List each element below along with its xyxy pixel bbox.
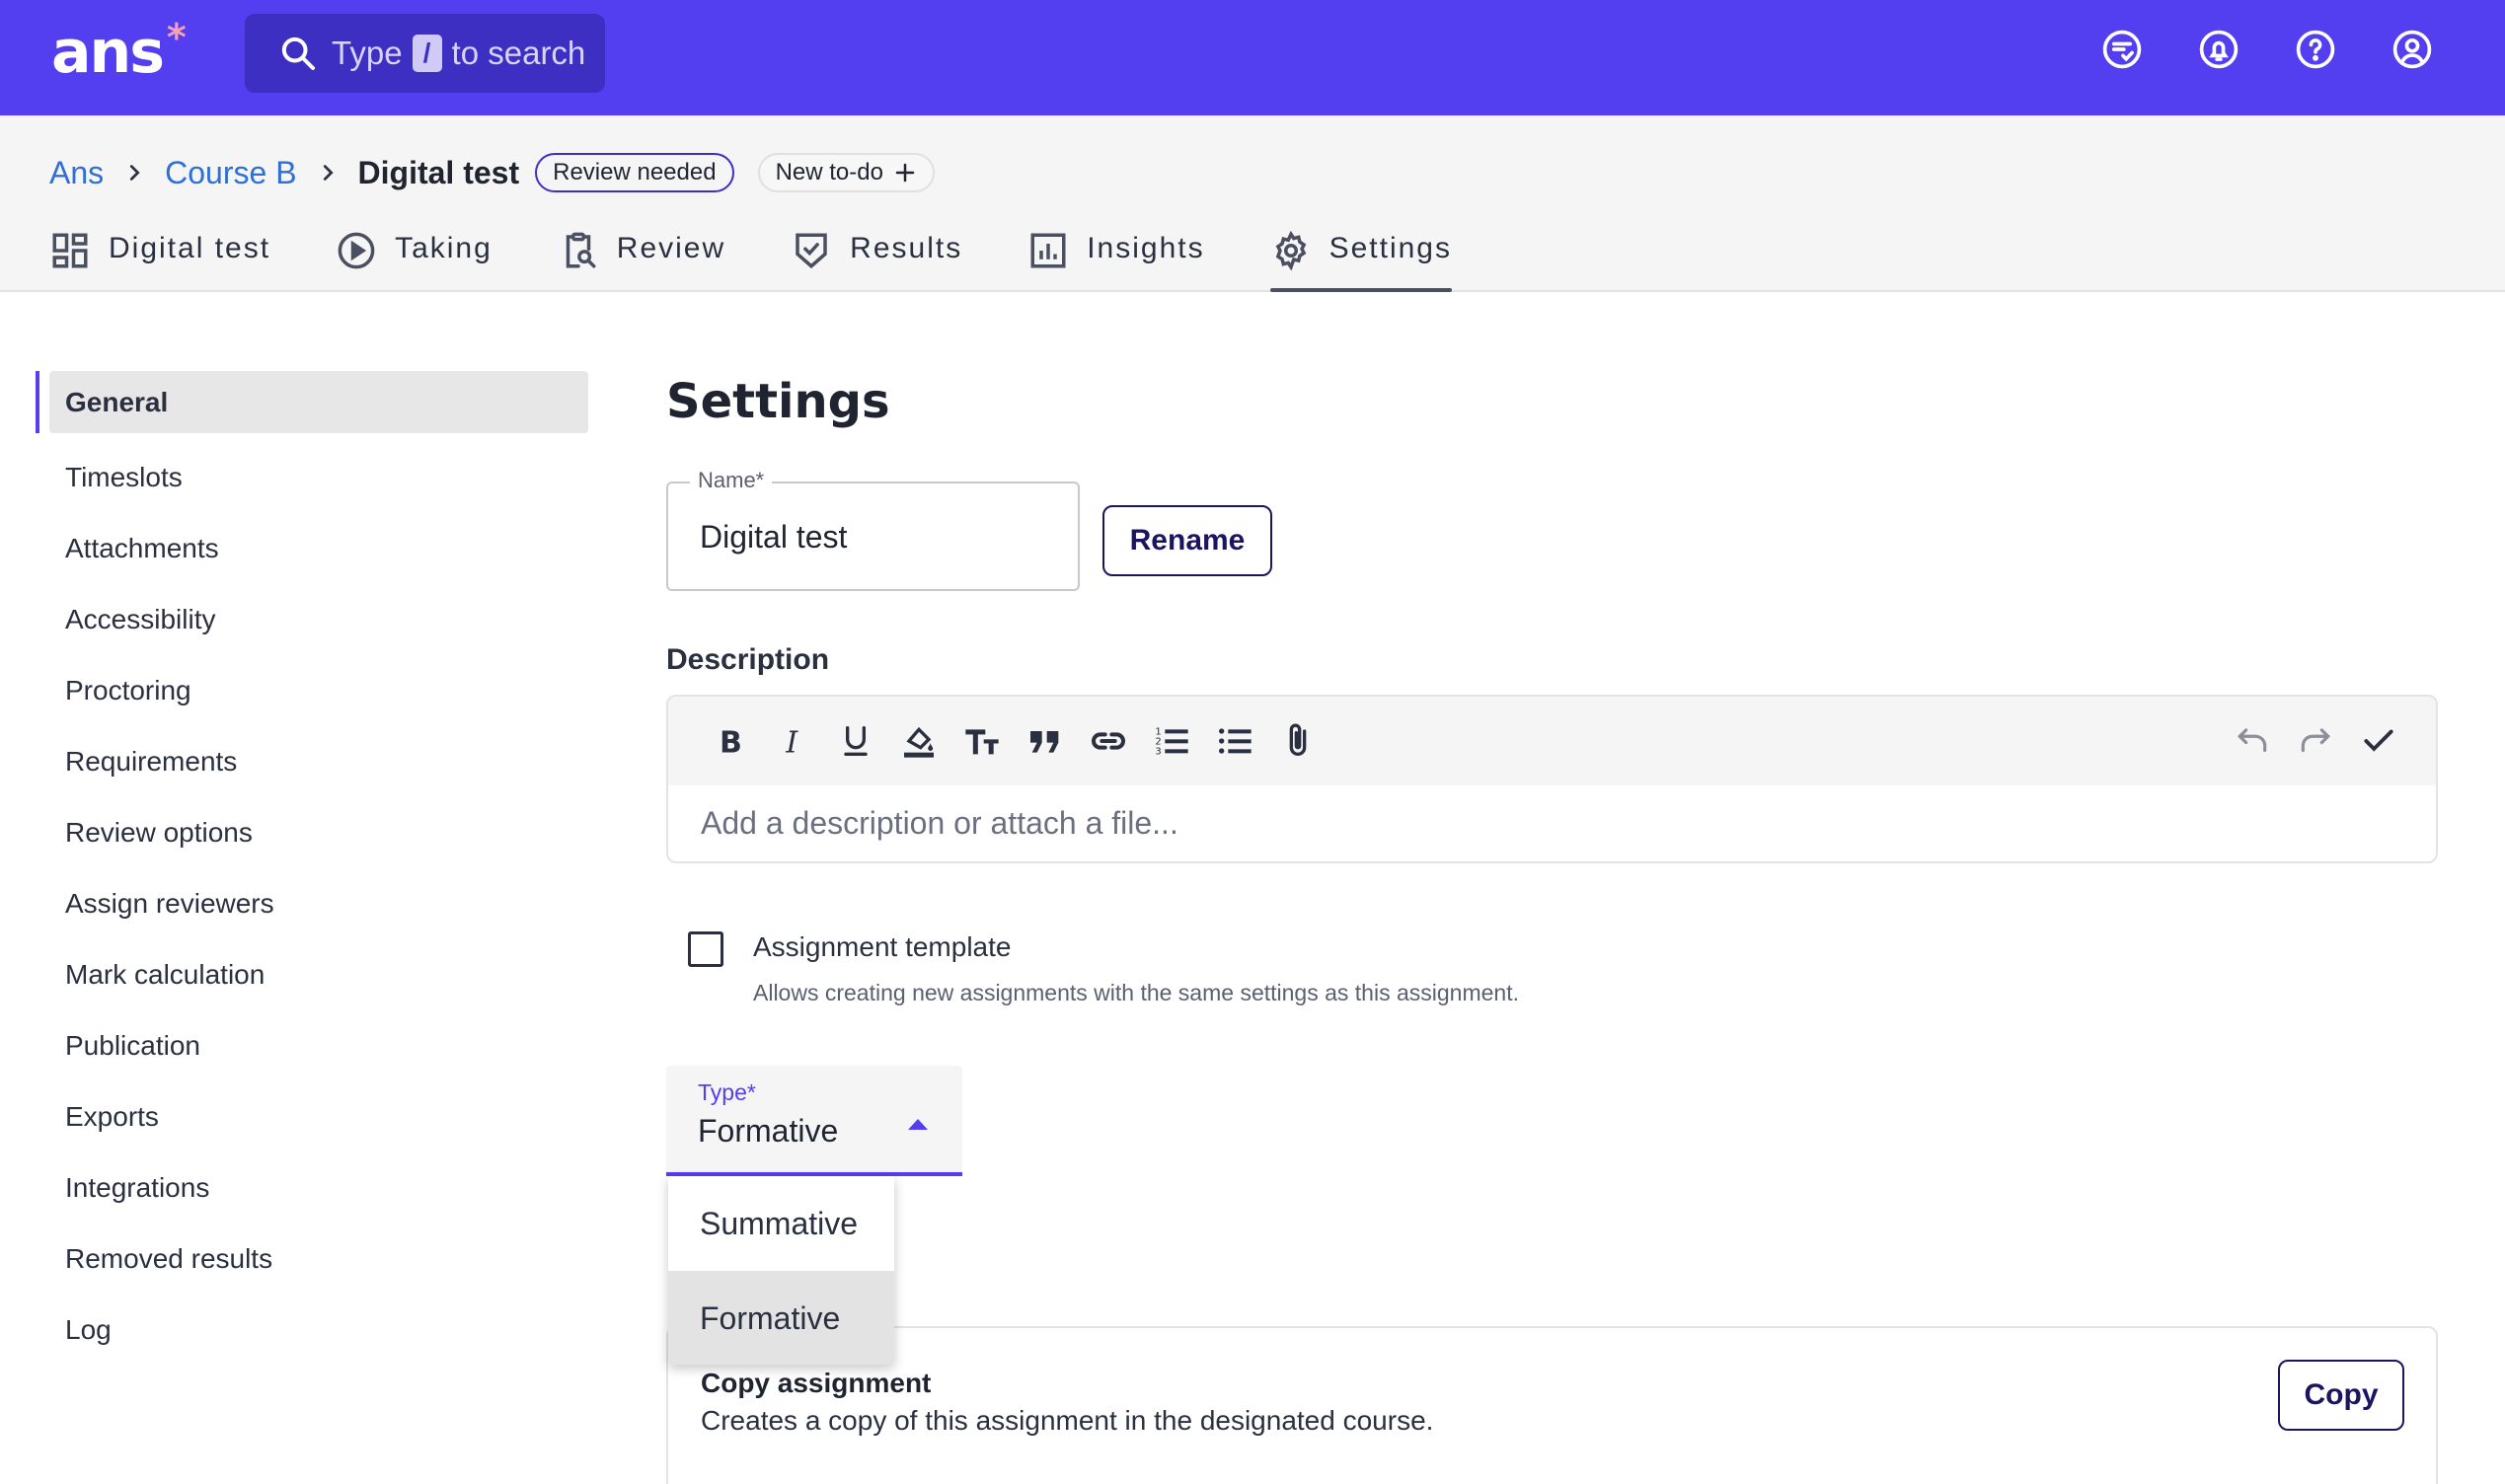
search-suffix: to search (451, 35, 586, 71)
tab-results[interactable]: Results (791, 222, 962, 292)
svg-text:I: I (785, 726, 798, 761)
breadcrumb-current: Digital test (357, 154, 520, 190)
attachment-icon[interactable] (1276, 719, 1320, 763)
breadcrumb-ans[interactable]: Ans (49, 155, 104, 191)
sidebar-item-requirements[interactable]: Requirements (36, 726, 588, 797)
description-label: Description (666, 643, 830, 676)
logo-mark: * (166, 16, 187, 59)
description-editor: B I 123 Add a description or attach a fi… (666, 695, 2438, 863)
copy-button[interactable]: Copy (2278, 1360, 2404, 1431)
breadcrumb: Ans Course B Digital test Review needed … (49, 151, 935, 194)
breadcrumb-course[interactable]: Course B (165, 155, 296, 191)
account-icon[interactable] (2391, 28, 2434, 71)
feedback-icon[interactable] (2100, 28, 2144, 71)
sidebar-item-review-options[interactable]: Review options (36, 797, 588, 868)
assignment-template-label[interactable]: Assignment template (753, 931, 1011, 963)
play-icon (338, 232, 375, 269)
description-placeholder[interactable]: Add a description or attach a file... (668, 785, 2436, 842)
copy-assignment-card: Copy assignment Creates a copy of this a… (666, 1326, 2438, 1484)
new-todo-label: New to-do (775, 159, 883, 186)
type-select-label: Type* (698, 1079, 756, 1105)
tab-bar: Digital test Taking Review Results Insig… (49, 222, 1517, 292)
help-icon[interactable] (2294, 28, 2337, 71)
ans-logo[interactable]: ans * (51, 18, 187, 87)
tab-label: Review (616, 232, 726, 264)
dashboard-icon (52, 233, 88, 268)
svg-text:3: 3 (1155, 746, 1161, 757)
numbered-list-icon[interactable]: 123 (1150, 719, 1193, 763)
sidebar-item-mark-calculation[interactable]: Mark calculation (36, 939, 588, 1010)
text-size-icon[interactable] (960, 719, 1004, 763)
gear-icon (1275, 230, 1306, 271)
sidebar-item-integrations[interactable]: Integrations (36, 1152, 588, 1224)
search-prefix: Type (332, 35, 403, 71)
search-shortcut-key: / (412, 35, 442, 72)
sidebar-item-removed-results[interactable]: Removed results (36, 1224, 588, 1295)
type-dropdown-menu: Summative Formative (668, 1176, 894, 1365)
sidebar-item-publication[interactable]: Publication (36, 1010, 588, 1081)
page-header: Ans Course B Digital test Review needed … (0, 115, 2505, 292)
underline-icon[interactable] (834, 719, 877, 763)
top-bar: ans * Type / to search (0, 0, 2505, 115)
undo-icon[interactable] (2231, 719, 2274, 763)
settings-sidebar: General Timeslots Attachments Accessibil… (36, 371, 588, 1366)
tab-review[interactable]: Review (558, 222, 725, 292)
tab-label: Digital test (109, 232, 271, 264)
tab-insights[interactable]: Insights (1027, 222, 1204, 292)
tab-label: Insights (1087, 232, 1205, 264)
highlight-icon[interactable] (897, 719, 941, 763)
redo-icon[interactable] (2294, 719, 2337, 763)
type-select[interactable]: Type* Formative (666, 1066, 962, 1176)
logo-text: ans (51, 18, 165, 87)
type-select-value: Formative (698, 1113, 839, 1149)
settings-main: Settings Name* Digital test Rename Descr… (666, 371, 2438, 1484)
tab-settings[interactable]: Settings (1269, 222, 1453, 292)
chevron-right-icon (323, 165, 334, 181)
name-field-value: Digital test (700, 519, 848, 555)
page-title: Settings (666, 374, 890, 429)
sidebar-item-log[interactable]: Log (36, 1295, 588, 1366)
plus-icon (895, 163, 915, 183)
name-field[interactable]: Name* Digital test (666, 468, 1080, 591)
link-icon[interactable] (1087, 719, 1130, 763)
search-box[interactable]: Type / to search (245, 14, 605, 93)
sidebar-item-accessibility[interactable]: Accessibility (36, 584, 588, 655)
new-todo-button[interactable]: New to-do (757, 153, 935, 192)
tab-label: Results (850, 232, 963, 264)
tab-taking[interactable]: Taking (336, 222, 493, 292)
italic-icon[interactable]: I (771, 719, 814, 763)
sidebar-item-general[interactable]: General (36, 371, 588, 433)
search-icon (281, 37, 315, 70)
copy-assignment-description: Creates a copy of this assignment in the… (701, 1405, 1434, 1436)
rename-button[interactable]: Rename (1102, 505, 1272, 576)
name-field-label: Name* (690, 468, 773, 493)
clipboard-search-icon (566, 232, 596, 268)
assignment-template-description: Allows creating new assignments with the… (753, 980, 1519, 1005)
quote-icon[interactable] (1024, 719, 1067, 763)
shield-check-icon (796, 233, 827, 269)
notifications-icon[interactable] (2197, 28, 2240, 71)
sidebar-item-proctoring[interactable]: Proctoring (36, 655, 588, 726)
copy-assignment-title: Copy assignment (701, 1368, 932, 1398)
sidebar-item-exports[interactable]: Exports (36, 1081, 588, 1152)
tab-label: Settings (1328, 232, 1452, 264)
caret-up-icon (908, 1119, 928, 1130)
sidebar-item-attachments[interactable]: Attachments (36, 513, 588, 584)
assignment-template-checkbox[interactable] (688, 931, 723, 967)
bar-chart-icon (1030, 233, 1066, 268)
tab-label: Taking (395, 232, 493, 264)
type-option-summative[interactable]: Summative (668, 1176, 894, 1271)
check-icon[interactable] (2357, 719, 2400, 763)
type-option-formative[interactable]: Formative (668, 1271, 894, 1365)
status-badge: Review needed (535, 153, 734, 192)
editor-toolbar: B I 123 (668, 697, 2436, 785)
bold-icon[interactable]: B (708, 719, 751, 763)
svg-text:B: B (720, 726, 742, 761)
sidebar-item-timeslots[interactable]: Timeslots (36, 442, 588, 513)
sidebar-item-assign-reviewers[interactable]: Assign reviewers (36, 868, 588, 939)
bullet-list-icon[interactable] (1213, 719, 1256, 763)
chevron-right-icon (130, 165, 140, 181)
tab-digital-test[interactable]: Digital test (49, 222, 270, 292)
